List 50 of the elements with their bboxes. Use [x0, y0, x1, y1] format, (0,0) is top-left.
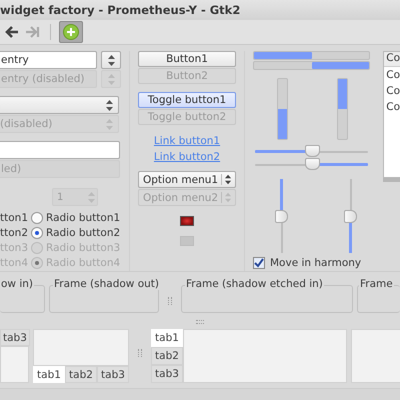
pane-handle[interactable]: [196, 320, 204, 324]
add-button[interactable]: [59, 21, 83, 43]
combo-entry-field[interactable]: entry: [0, 51, 98, 69]
frame-label: Frame: [359, 278, 394, 290]
check-button-label[interactable]: tton2: [0, 227, 25, 239]
up-down-arrows-icon: [106, 118, 113, 130]
radio-button[interactable]: [31, 212, 43, 224]
up-down-arrows-icon: [224, 192, 231, 203]
tree-row[interactable]: Co: [384, 99, 400, 115]
window-title: widget factory - Prometheus-Y - Gtk2: [0, 3, 240, 17]
combo-box[interactable]: [0, 96, 119, 114]
push-button[interactable]: Button1: [138, 51, 236, 67]
check-button-label[interactable]: tton1: [0, 212, 25, 224]
checkbox-label[interactable]: Move in harmony: [270, 257, 362, 269]
back-arrow-icon: [4, 25, 20, 39]
notebook-tab[interactable]: tab1: [33, 366, 65, 383]
horizontal-slider[interactable]: [255, 158, 368, 171]
notebook-tab[interactable]: tab3: [151, 365, 183, 383]
radio-button[interactable]: [31, 227, 43, 239]
frame-label: Frame (shadow out): [53, 278, 160, 290]
scrollbar[interactable]: [383, 178, 400, 182]
radio-button-label[interactable]: Radio button2: [46, 227, 120, 239]
up-down-arrows-icon: [88, 192, 95, 202]
notebook-tab[interactable]: tab1: [151, 329, 183, 347]
dropdown-button[interactable]: [101, 51, 121, 69]
pane-handle[interactable]: [138, 349, 142, 357]
tree-row[interactable]: Co: [384, 67, 400, 83]
up-down-arrows-icon: [108, 54, 115, 66]
up-down-arrows-icon: [106, 100, 113, 110]
pane-handle[interactable]: [168, 297, 172, 305]
text-entry[interactable]: [0, 141, 120, 159]
toggle-button[interactable]: Toggle button1: [138, 92, 236, 108]
notebook-tab[interactable]: tab2: [151, 347, 183, 365]
horizontal-slider[interactable]: [255, 145, 368, 158]
notebook-tab[interactable]: tab2: [65, 366, 97, 383]
tree-row[interactable]: Co: [384, 83, 400, 99]
vertical-slider[interactable]: [344, 179, 358, 253]
option-menu[interactable]: Option menu1: [138, 171, 236, 188]
plus-circle-icon: [63, 24, 79, 40]
arrow-to-bar-icon: [24, 25, 40, 39]
up-down-arrows-icon: [108, 74, 115, 84]
column-header[interactable]: Co: [384, 52, 400, 67]
up-down-arrows-icon: [224, 174, 231, 185]
frame-label: Frame (shadow etched in): [185, 278, 324, 290]
radio-button-label[interactable]: Radio button1: [46, 212, 120, 224]
notebook-tab[interactable]: tab3: [97, 366, 129, 383]
checkbox[interactable]: [253, 257, 265, 269]
frame-label: ow in): [0, 278, 34, 290]
notebook-tab[interactable]: tab3: [0, 329, 30, 346]
vertical-slider[interactable]: [275, 179, 289, 253]
